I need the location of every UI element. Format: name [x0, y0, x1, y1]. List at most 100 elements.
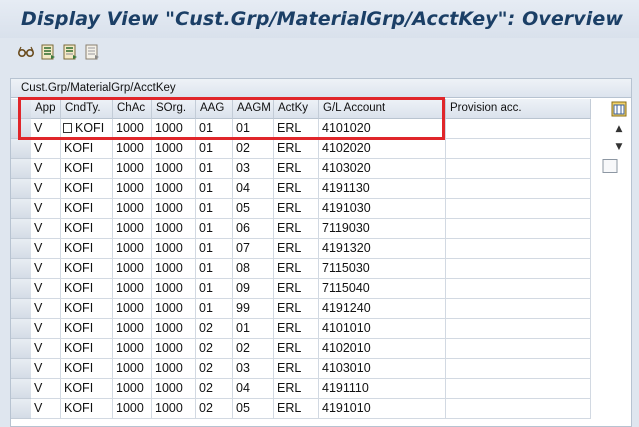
cell-aag[interactable]: 02	[196, 339, 233, 359]
glasses-icon[interactable]	[17, 44, 35, 60]
cell-app[interactable]: V	[31, 399, 61, 419]
row-selector[interactable]	[11, 239, 31, 259]
cell-chac[interactable]: 1000	[113, 339, 152, 359]
cell-chac[interactable]: 1000	[113, 299, 152, 319]
cell-provision-acc[interactable]	[446, 379, 591, 399]
cell-aagm[interactable]: 08	[233, 259, 274, 279]
cell-actky[interactable]: ERL	[274, 139, 319, 159]
cell-chac[interactable]: 1000	[113, 239, 152, 259]
cell-provision-acc[interactable]	[446, 359, 591, 379]
cell-app[interactable]: V	[31, 119, 61, 139]
row-selector[interactable]	[11, 299, 31, 319]
cell-actky[interactable]: ERL	[274, 179, 319, 199]
cell-app[interactable]: V	[31, 359, 61, 379]
cell-provision-acc[interactable]	[446, 119, 591, 139]
cell-chac[interactable]: 1000	[113, 159, 152, 179]
cell-aag[interactable]: 01	[196, 119, 233, 139]
cell-actky[interactable]: ERL	[274, 299, 319, 319]
cell-provision-acc[interactable]	[446, 259, 591, 279]
cell-actky[interactable]: ERL	[274, 259, 319, 279]
cell-sorg[interactable]: 1000	[152, 299, 196, 319]
cell-sorg[interactable]: 1000	[152, 399, 196, 419]
cell-aag[interactable]: 01	[196, 199, 233, 219]
cell-cndty[interactable]: KOFI	[61, 339, 113, 359]
cell-aag[interactable]: 02	[196, 359, 233, 379]
cell-actky[interactable]: ERL	[274, 199, 319, 219]
cell-cndty[interactable]: KOFI	[61, 359, 113, 379]
cell-provision-acc[interactable]	[446, 139, 591, 159]
row-selector[interactable]	[11, 159, 31, 179]
cell-provision-acc[interactable]	[446, 399, 591, 419]
row-selector[interactable]	[11, 399, 31, 419]
cell-cndty[interactable]: KOFI	[61, 139, 113, 159]
cell-sorg[interactable]: 1000	[152, 259, 196, 279]
cell-app[interactable]: V	[31, 239, 61, 259]
cell-app[interactable]: V	[31, 279, 61, 299]
cell-sorg[interactable]: 1000	[152, 159, 196, 179]
cell-cndty[interactable]: KOFI	[61, 239, 113, 259]
row-selector[interactable]	[11, 119, 31, 139]
cell-cndty[interactable]: KOFI	[61, 279, 113, 299]
cell-aagm[interactable]: 06	[233, 219, 274, 239]
cell-aag[interactable]: 02	[196, 379, 233, 399]
cell-cndty[interactable]: KOFI	[61, 319, 113, 339]
cell-actky[interactable]: ERL	[274, 379, 319, 399]
cell-gl-account[interactable]: 4191110	[319, 379, 446, 399]
cell-gl-account[interactable]: 4101020	[319, 119, 446, 139]
cell-app[interactable]: V	[31, 219, 61, 239]
cell-actky[interactable]: ERL	[274, 219, 319, 239]
cell-app[interactable]: V	[31, 299, 61, 319]
deselect-all-icon[interactable]	[84, 44, 102, 60]
cell-sorg[interactable]: 1000	[152, 379, 196, 399]
cell-cndty[interactable]: KOFI	[61, 199, 113, 219]
cell-aag[interactable]: 01	[196, 219, 233, 239]
cell-cndty[interactable]: KOFI	[61, 379, 113, 399]
select-block-icon[interactable]	[62, 44, 80, 60]
column-header-sorg[interactable]: SOrg.	[152, 99, 196, 119]
cell-chac[interactable]: 1000	[113, 399, 152, 419]
cell-actky[interactable]: ERL	[274, 399, 319, 419]
column-header-aag[interactable]: AAG	[196, 99, 233, 119]
cell-cndty[interactable]: KOFI	[61, 219, 113, 239]
cell-actky[interactable]: ERL	[274, 159, 319, 179]
cell-chac[interactable]: 1000	[113, 319, 152, 339]
cell-sorg[interactable]: 1000	[152, 179, 196, 199]
row-selector[interactable]	[11, 139, 31, 159]
cell-aagm[interactable]: 03	[233, 359, 274, 379]
cell-aag[interactable]: 01	[196, 279, 233, 299]
cell-aag[interactable]: 02	[196, 319, 233, 339]
cell-actky[interactable]: ERL	[274, 319, 319, 339]
cell-app[interactable]: V	[31, 379, 61, 399]
cell-provision-acc[interactable]	[446, 239, 591, 259]
cell-provision-acc[interactable]	[446, 219, 591, 239]
column-header-chac[interactable]: ChAc	[113, 99, 152, 119]
cell-provision-acc[interactable]	[446, 279, 591, 299]
cell-provision-acc[interactable]	[446, 299, 591, 319]
cell-aagm[interactable]: 99	[233, 299, 274, 319]
cell-cndty[interactable]: KOFI	[61, 399, 113, 419]
cell-actky[interactable]: ERL	[274, 279, 319, 299]
cell-gl-account[interactable]: 4103020	[319, 159, 446, 179]
cell-aagm[interactable]: 09	[233, 279, 274, 299]
cell-app[interactable]: V	[31, 259, 61, 279]
cell-chac[interactable]: 1000	[113, 359, 152, 379]
cell-app[interactable]: V	[31, 139, 61, 159]
cell-gl-account[interactable]: 4102020	[319, 139, 446, 159]
scroll-up-icon[interactable]: ▲	[611, 123, 627, 135]
cell-aagm[interactable]: 02	[233, 339, 274, 359]
column-settings-icon[interactable]	[611, 101, 627, 117]
cell-aag[interactable]: 02	[196, 399, 233, 419]
row-selector[interactable]	[11, 319, 31, 339]
cell-actky[interactable]: ERL	[274, 239, 319, 259]
cell-cndty[interactable]: KOFI	[61, 179, 113, 199]
cell-aag[interactable]: 01	[196, 239, 233, 259]
row-selector[interactable]	[11, 259, 31, 279]
select-all-icon[interactable]	[40, 44, 58, 60]
cell-aag[interactable]: 01	[196, 159, 233, 179]
cell-provision-acc[interactable]	[446, 319, 591, 339]
cell-gl-account[interactable]: 4191010	[319, 399, 446, 419]
cell-sorg[interactable]: 1000	[152, 359, 196, 379]
cell-aagm[interactable]: 07	[233, 239, 274, 259]
row-selector[interactable]	[11, 359, 31, 379]
cell-gl-account[interactable]: 7115030	[319, 259, 446, 279]
